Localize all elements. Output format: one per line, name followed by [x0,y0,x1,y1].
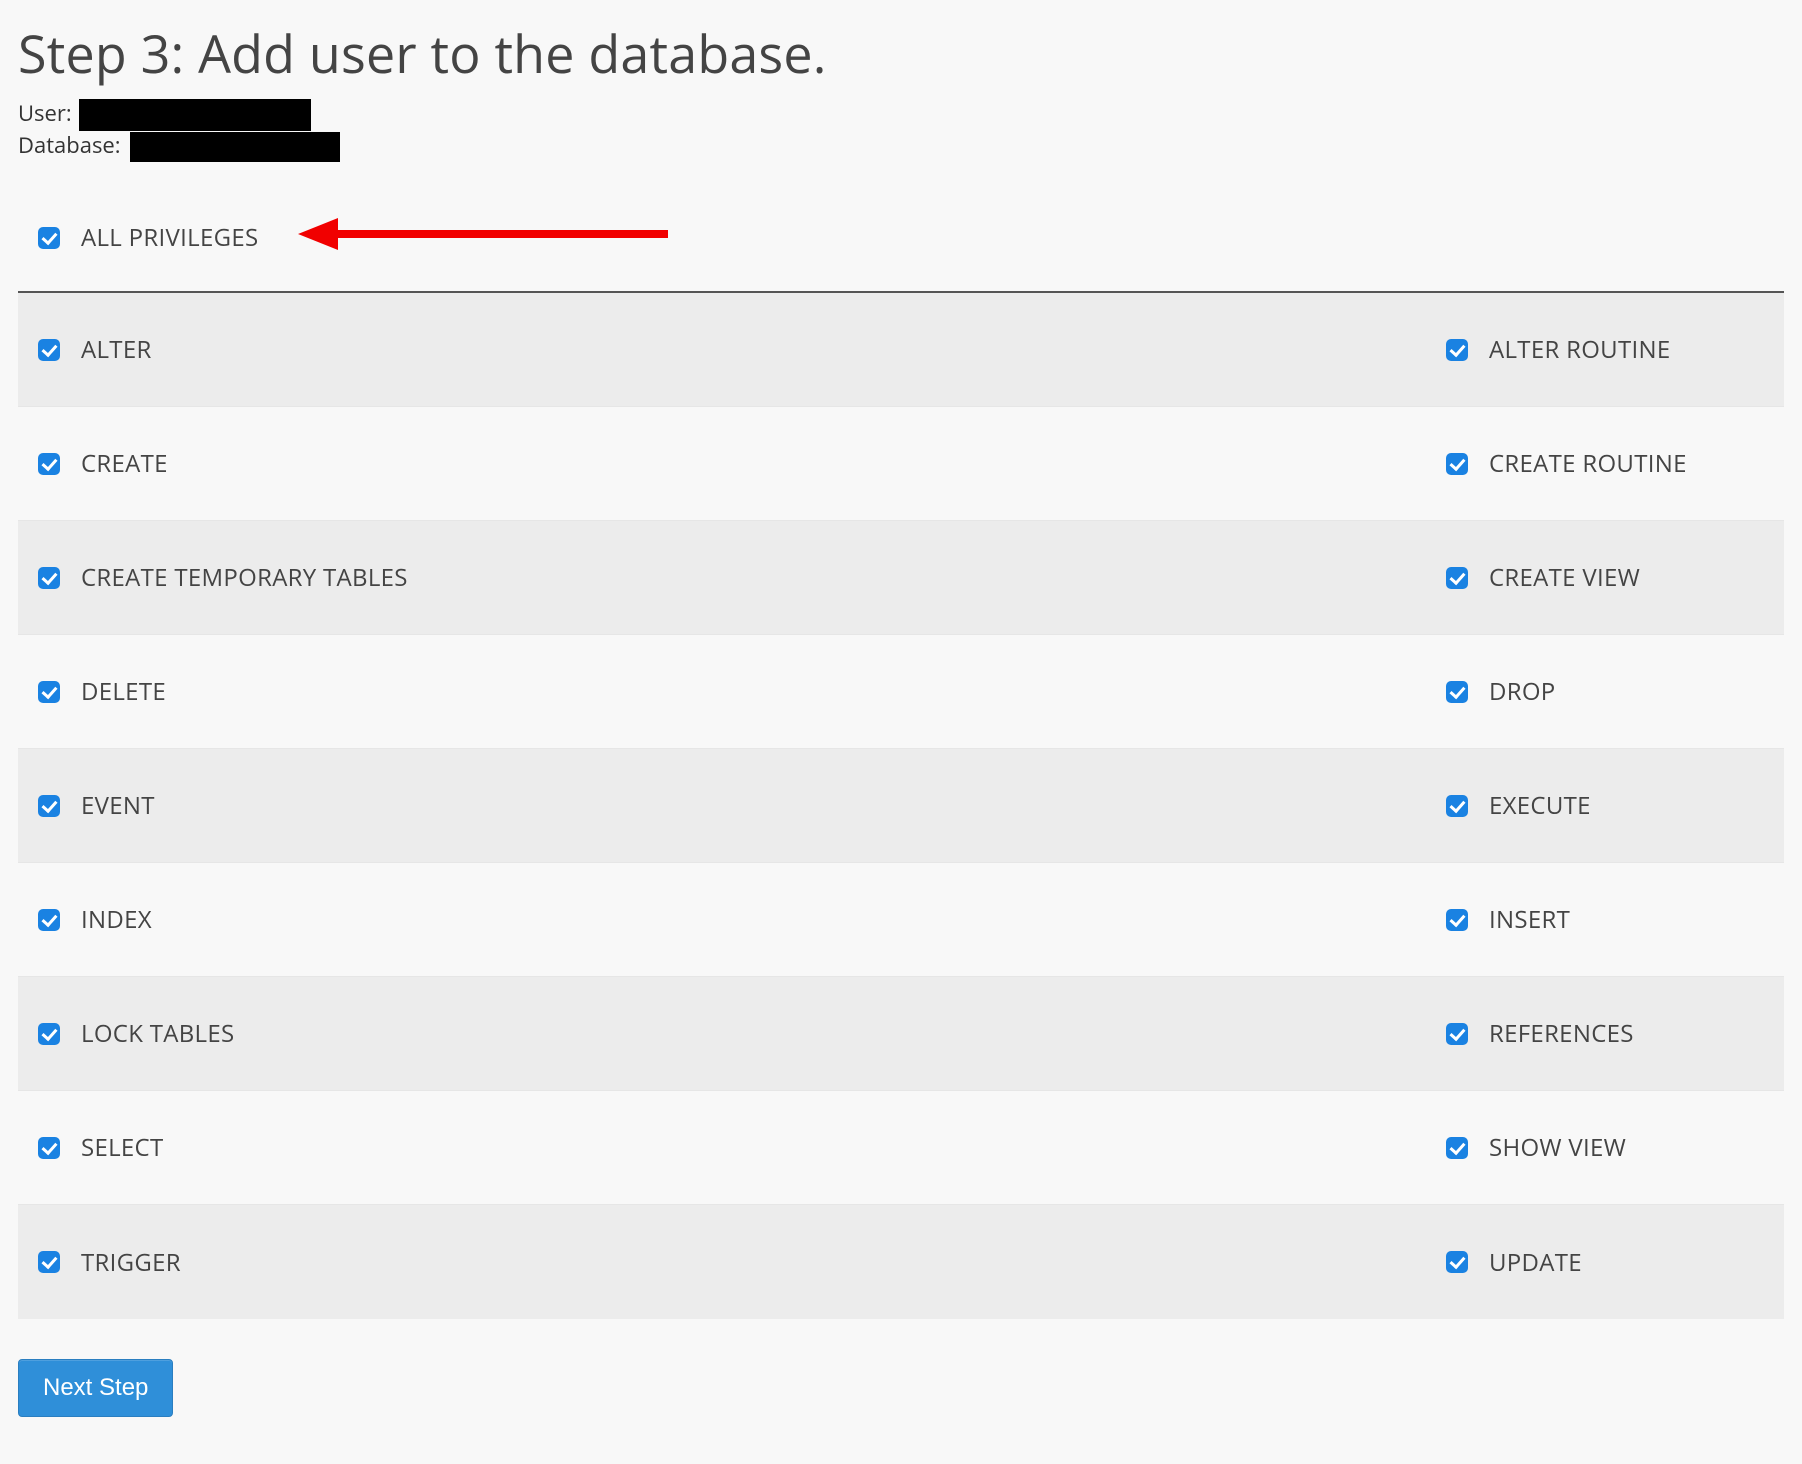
privilege-checkbox-create-routine[interactable] [1446,453,1468,475]
privilege-label: INDEX [81,903,152,936]
privilege-label: DROP [1489,675,1556,708]
privilege-checkbox-select[interactable] [38,1137,60,1159]
user-value-redacted [79,99,311,131]
privilege-checkbox-drop[interactable] [1446,681,1468,703]
privilege-label: EVENT [81,789,155,822]
privilege-label: SHOW VIEW [1489,1131,1626,1164]
privilege-label: TRIGGER [81,1246,181,1279]
privilege-checkbox-insert[interactable] [1446,909,1468,931]
table-row: ALTER ALTER ROUTINE [18,293,1784,407]
privilege-label: CREATE [81,447,168,480]
privilege-checkbox-lock-tables[interactable] [38,1023,60,1045]
privilege-checkbox-index[interactable] [38,909,60,931]
privilege-label: UPDATE [1489,1246,1582,1279]
table-row: INDEX INSERT [18,863,1784,977]
table-row: LOCK TABLES REFERENCES [18,977,1784,1091]
privilege-checkbox-event[interactable] [38,795,60,817]
privileges-table: ALTER ALTER ROUTINE CREATE CREATE ROUTIN… [18,293,1784,1319]
user-label: User: [18,99,72,129]
privilege-checkbox-create-view[interactable] [1446,567,1468,589]
privilege-label: REFERENCES [1489,1017,1634,1050]
table-row: DELETE DROP [18,635,1784,749]
table-row: TRIGGER UPDATE [18,1205,1784,1319]
privilege-checkbox-references[interactable] [1446,1023,1468,1045]
table-row: EVENT EXECUTE [18,749,1784,863]
privilege-label: CREATE ROUTINE [1489,447,1687,480]
table-row: SELECT SHOW VIEW [18,1091,1784,1205]
privilege-label: CREATE VIEW [1489,561,1640,594]
privilege-checkbox-show-view[interactable] [1446,1137,1468,1159]
page-title: Step 3: Add user to the database. [18,18,1784,89]
table-row: CREATE CREATE ROUTINE [18,407,1784,521]
privilege-label: LOCK TABLES [81,1017,234,1050]
privilege-label: CREATE TEMPORARY TABLES [81,561,408,594]
privilege-label: ALTER ROUTINE [1489,333,1671,366]
all-privileges-label: ALL PRIVILEGES [81,221,258,254]
privilege-label: EXECUTE [1489,789,1591,822]
privilege-label: ALTER [81,333,152,366]
privilege-checkbox-alter-routine[interactable] [1446,339,1468,361]
privilege-checkbox-update[interactable] [1446,1251,1468,1273]
privilege-checkbox-execute[interactable] [1446,795,1468,817]
all-privileges-checkbox[interactable] [38,227,60,249]
privilege-checkbox-delete[interactable] [38,681,60,703]
privilege-label: DELETE [81,675,166,708]
next-step-button[interactable]: Next Step [18,1359,173,1417]
meta-block: User: Database: [18,99,1784,162]
database-label: Database: [18,131,121,161]
table-row: CREATE TEMPORARY TABLES CREATE VIEW [18,521,1784,635]
privilege-checkbox-create-temporary-tables[interactable] [38,567,60,589]
privilege-label: INSERT [1489,903,1570,936]
all-privileges-row: ALL PRIVILEGES [18,180,1784,291]
privilege-checkbox-trigger[interactable] [38,1251,60,1273]
privilege-checkbox-create[interactable] [38,453,60,475]
privilege-label: SELECT [81,1131,164,1164]
arrow-annotation-icon [298,214,668,261]
database-value-redacted [130,132,340,162]
privilege-checkbox-alter[interactable] [38,339,60,361]
